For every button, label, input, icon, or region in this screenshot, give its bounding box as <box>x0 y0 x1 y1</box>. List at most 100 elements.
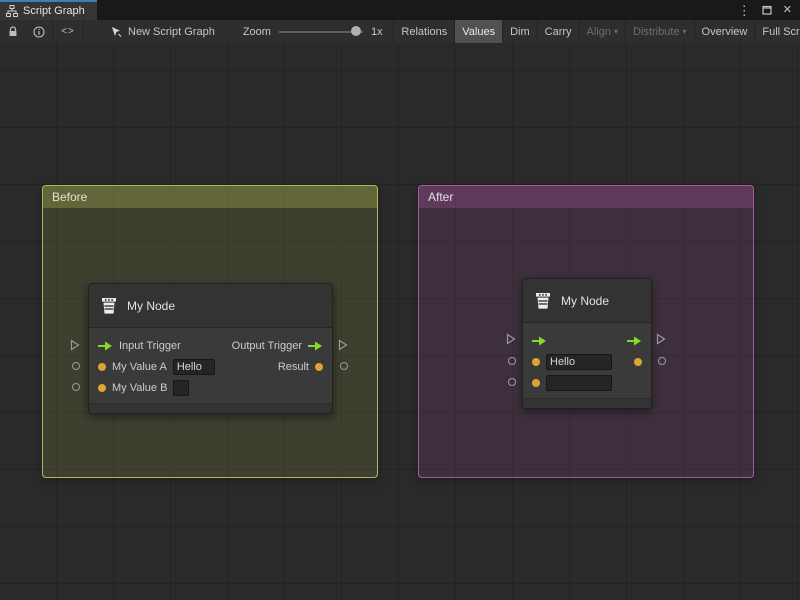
align-button[interactable]: Align ▾ <box>579 20 625 43</box>
value-b-port-icon[interactable] <box>532 379 540 387</box>
external-value-port[interactable] <box>508 357 516 365</box>
result-label: Result <box>278 361 309 373</box>
graph-toolbar: <> New Script Graph Zoom 1x Relations Va… <box>0 20 800 44</box>
carry-label: Carry <box>545 26 572 38</box>
zoom-slider[interactable] <box>279 20 363 43</box>
output-trigger-port-icon[interactable] <box>627 336 642 346</box>
window-controls: ⋮ ✕ <box>738 0 800 20</box>
zoom-label: Zoom <box>243 26 271 38</box>
value-a-input[interactable] <box>546 354 612 370</box>
node-before-footer <box>89 403 332 413</box>
node-before-header[interactable]: My Node <box>89 284 332 328</box>
group-after-header[interactable]: After <box>419 186 753 208</box>
value-b-input[interactable] <box>173 380 189 396</box>
fullscreen-label: Full Screen <box>762 26 800 38</box>
lock-icon <box>7 26 19 38</box>
graph-name-label: New Script Graph <box>128 26 215 38</box>
trigger-row: Input Trigger Output Trigger <box>89 335 332 356</box>
node-after[interactable]: My Node <box>522 278 652 409</box>
node-title: My Node <box>127 299 175 313</box>
value-b-label: My Value B <box>112 382 167 394</box>
fullscreen-button[interactable]: Full Screen <box>754 20 800 43</box>
carry-button[interactable]: Carry <box>537 20 579 43</box>
zoom-slider-knob[interactable] <box>351 26 361 36</box>
close-icon[interactable]: ✕ <box>783 5 792 16</box>
external-value-port[interactable] <box>508 378 516 386</box>
chevron-down-icon: ▾ <box>614 27 618 36</box>
input-trigger-port-icon[interactable] <box>532 336 547 346</box>
value-b-port-icon[interactable] <box>98 384 106 392</box>
script-graph-window: Script Graph ⋮ ✕ <> <box>0 0 800 600</box>
value-a-port-icon[interactable] <box>532 358 540 366</box>
dim-button[interactable]: Dim <box>502 20 537 43</box>
output-trigger-label: Output Trigger <box>232 340 302 352</box>
group-before-label: Before <box>52 190 87 204</box>
script-graph-asset-icon <box>110 26 122 38</box>
maximize-icon[interactable] <box>762 5 772 15</box>
distribute-label: Distribute <box>633 26 679 38</box>
external-value-port[interactable] <box>658 357 666 365</box>
value-a-port-icon[interactable] <box>98 363 106 371</box>
kebab-menu-icon[interactable]: ⋮ <box>738 4 751 17</box>
value-b-input[interactable] <box>546 375 612 391</box>
zoom-control: Zoom 1x <box>243 20 383 43</box>
dim-label: Dim <box>510 26 530 38</box>
overview-label: Overview <box>702 26 748 38</box>
external-trigger-port[interactable] <box>506 333 516 345</box>
toolbar-buttons: Relations Values Dim Carry Align ▾ Distr… <box>393 20 800 43</box>
toolbar-separator <box>83 20 84 43</box>
external-value-port[interactable] <box>72 383 80 391</box>
graph-tab-icon <box>6 5 18 17</box>
zoom-value: 1x <box>371 26 383 38</box>
value-a-input[interactable] <box>173 359 215 375</box>
chevron-down-icon: ▾ <box>683 27 687 36</box>
info-icon <box>33 26 45 38</box>
node-after-body <box>523 323 651 398</box>
external-value-port[interactable] <box>72 362 80 370</box>
code-icon: <> <box>61 26 75 37</box>
hollow-triangle-port-icon <box>70 339 80 351</box>
edit-graph-button[interactable]: <> <box>53 20 83 43</box>
lock-button[interactable] <box>0 20 26 43</box>
inspect-button[interactable] <box>26 20 52 43</box>
graph-breadcrumb[interactable]: New Script Graph <box>110 26 215 38</box>
external-trigger-port[interactable] <box>338 339 348 351</box>
relations-button[interactable]: Relations <box>393 20 454 43</box>
values-label: Values <box>462 26 495 38</box>
output-trigger-port-icon[interactable] <box>308 341 323 351</box>
hollow-triangle-port-icon <box>506 333 516 345</box>
relations-label: Relations <box>401 26 447 38</box>
distribute-button[interactable]: Distribute ▾ <box>625 20 693 43</box>
hollow-triangle-port-icon <box>338 339 348 351</box>
group-before-header[interactable]: Before <box>43 186 377 208</box>
hollow-triangle-port-icon <box>656 333 666 345</box>
result-port-icon[interactable] <box>315 363 323 371</box>
value-b-row <box>523 372 651 393</box>
external-trigger-port[interactable] <box>70 339 80 351</box>
values-button[interactable]: Values <box>454 20 502 43</box>
overview-button[interactable]: Overview <box>694 20 755 43</box>
external-value-port[interactable] <box>340 362 348 370</box>
tab-bar: Script Graph ⋮ ✕ <box>0 0 800 20</box>
result-port-icon[interactable] <box>634 358 642 366</box>
node-after-header[interactable]: My Node <box>523 279 651 323</box>
value-a-label: My Value A <box>112 361 167 373</box>
trigger-row <box>523 330 651 351</box>
tab-title: Script Graph <box>23 5 85 17</box>
graph-canvas[interactable]: Before After My Node <box>0 43 800 600</box>
node-before-body: Input Trigger Output Trigger My Value A … <box>89 328 332 403</box>
unit-icon <box>533 291 553 311</box>
align-label: Align <box>587 26 611 38</box>
input-trigger-label: Input Trigger <box>119 340 181 352</box>
external-trigger-port[interactable] <box>656 333 666 345</box>
tab-script-graph[interactable]: Script Graph <box>0 0 97 20</box>
unit-icon <box>99 296 119 316</box>
group-after-label: After <box>428 190 453 204</box>
input-trigger-port-icon[interactable] <box>98 341 113 351</box>
node-after-footer <box>523 398 651 408</box>
node-title: My Node <box>561 294 609 308</box>
value-a-row: My Value A Result <box>89 356 332 377</box>
value-a-row <box>523 351 651 372</box>
value-b-row: My Value B <box>89 377 332 398</box>
node-before[interactable]: My Node Input Trigger Output Trigger <box>88 283 333 414</box>
